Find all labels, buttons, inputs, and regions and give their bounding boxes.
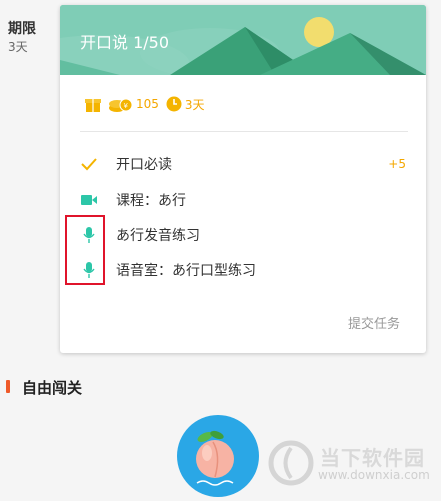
clock-icon — [166, 96, 182, 112]
section-accent-bar — [6, 380, 10, 393]
gift-icon — [85, 99, 101, 112]
task-label: 语音室：あ行口型练习 — [116, 263, 256, 279]
task-item-voice-room[interactable]: 语音室：あ行口型练习 — [78, 258, 406, 282]
task-card: 开口说 1/50 ¥ 105 3天 开口必读 +5 课程：あ行 あ行发音练习 语… — [60, 5, 426, 353]
svg-text:¥: ¥ — [124, 102, 129, 110]
watermark-text: 当下软件园 — [320, 446, 425, 470]
task-item-reading[interactable]: 开口必读 +5 — [78, 152, 406, 176]
divider — [80, 131, 408, 132]
card-banner: 开口说 1/50 — [60, 5, 426, 75]
gift-stat — [84, 95, 102, 113]
coins-value: 105 — [136, 97, 159, 111]
watermark: 当下软件园 www.downxia.com — [268, 440, 438, 490]
video-icon — [78, 189, 100, 211]
highlight-box — [65, 215, 105, 285]
card-stats: ¥ 105 3天 — [84, 93, 211, 115]
task-label: 课程：あ行 — [116, 193, 186, 209]
task-points: +5 — [388, 157, 406, 171]
deadline-label: 期限 — [8, 21, 36, 37]
task-item-course[interactable]: 课程：あ行 — [78, 188, 406, 212]
task-item-pronunciation[interactable]: あ行发音练习 — [78, 223, 406, 247]
coins-stat: ¥ 105 — [108, 95, 159, 113]
task-label: 开口必读 — [116, 157, 172, 173]
time-value: 3天 — [184, 97, 205, 112]
deadline-value: 3天 — [8, 40, 28, 54]
check-icon — [78, 153, 100, 175]
peach-icon — [196, 430, 234, 486]
coins-icon: ¥ — [109, 98, 133, 112]
level-peach-button[interactable] — [177, 415, 259, 497]
watermark-logo-icon — [268, 440, 314, 486]
watermark-url: www.downxia.com — [318, 468, 430, 482]
task-label: あ行发音练习 — [116, 228, 200, 244]
section-title: 自由闯关 — [22, 379, 83, 397]
time-stat: 3天 — [165, 95, 205, 113]
card-title: 开口说 1/50 — [80, 33, 170, 52]
submit-task-button[interactable]: 提交任务 — [348, 313, 400, 332]
